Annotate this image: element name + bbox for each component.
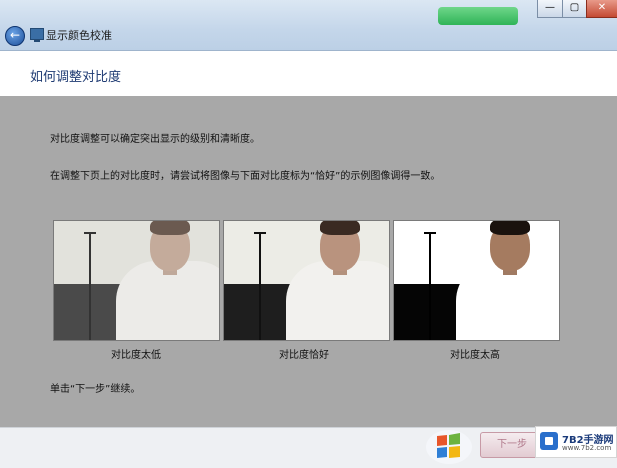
windows-logo-icon: [426, 430, 472, 464]
minimize-button[interactable]: —: [537, 0, 563, 18]
title-bar-decoration: [438, 7, 518, 25]
sample-label-high: 对比度太高: [450, 350, 500, 361]
continue-text: 单击“下一步”继续。: [50, 384, 141, 395]
page-title: 如何调整对比度: [30, 70, 122, 85]
window-title: 显示颜色校准: [46, 29, 112, 42]
title-bar: — ▢ ✕ ← 显示颜色校准: [0, 0, 617, 51]
sample-image-good-contrast: [223, 220, 390, 341]
sample-image-high-contrast: [393, 220, 560, 341]
close-button[interactable]: ✕: [586, 0, 617, 18]
sample-label-low: 对比度太低: [111, 350, 161, 361]
sample-label-good: 对比度恰好: [279, 350, 329, 361]
watermark-logo-icon: [540, 432, 558, 450]
watermark-url: www.7b2.com: [562, 444, 612, 452]
intro-text: 对比度调整可以确定突出显示的级别和清晰度。: [50, 134, 260, 145]
instruction-text: 在调整下页上的对比度时，请尝试将图像与下面对比度标为“恰好”的示例图像调得一致。: [50, 171, 441, 182]
maximize-button[interactable]: ▢: [562, 0, 587, 18]
calibration-window: — ▢ ✕ ← 显示颜色校准 如何调整对比度 对比度调整可以确定突出显示的级别和…: [0, 0, 617, 468]
sample-image-low-contrast: [53, 220, 220, 341]
back-arrow-icon[interactable]: ←: [5, 26, 25, 46]
site-watermark: 7B2手游网 www.7b2.com: [535, 426, 617, 458]
monitor-icon: [30, 28, 44, 42]
